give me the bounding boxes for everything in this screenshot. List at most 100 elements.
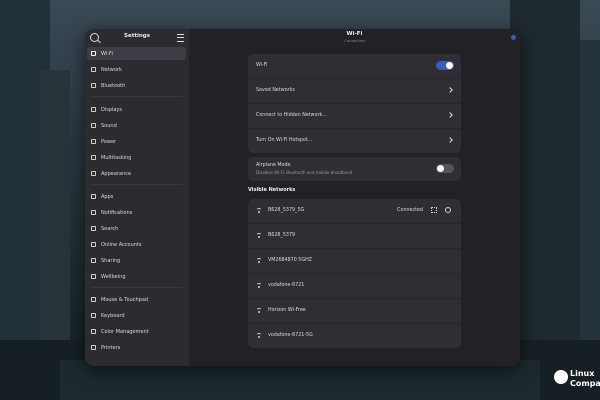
share-icon xyxy=(91,258,96,263)
airplane-mode-card: Airplane Mode Disables Wi-Fi, Bluetooth … xyxy=(248,157,461,181)
sidebar-item-label: Appearance xyxy=(101,170,132,177)
sidebar-item-label: Sharing xyxy=(101,257,121,264)
sidebar-item-bluetooth[interactable]: Bluetooth xyxy=(87,79,186,92)
sidebar-item-displays[interactable]: Displays xyxy=(87,103,186,116)
chevron-right-icon xyxy=(447,137,453,143)
search-icon xyxy=(91,226,96,231)
network-row[interactable]: vodafone-6721-5G xyxy=(248,324,461,348)
airplane-mode-sublabel: Disables Wi-Fi, Bluetooth and mobile bro… xyxy=(256,170,353,175)
close-icon[interactable] xyxy=(511,35,516,40)
network-name: B628_5379_5G xyxy=(268,208,305,213)
network-icon xyxy=(91,67,96,72)
sidebar: Settings Wi-Fi Network Bluetooth Display… xyxy=(85,29,189,366)
sidebar-item-printers[interactable]: Printers xyxy=(87,341,186,354)
wallpaper-tree xyxy=(40,70,70,370)
wifi-signal-icon xyxy=(256,258,263,264)
hotspot-label: Turn On Wi-Fi Hotspot... xyxy=(256,138,313,143)
chevron-right-icon xyxy=(447,112,453,118)
sidebar-item-appearance[interactable]: Appearance xyxy=(87,167,186,180)
wifi-label: Wi-Fi xyxy=(256,63,268,68)
gear-icon[interactable] xyxy=(445,207,451,213)
wifi-toggle-row[interactable]: Wi-Fi xyxy=(248,54,461,79)
qr-code-icon[interactable] xyxy=(431,207,437,213)
network-name: B628_5379 xyxy=(268,233,296,238)
visible-networks-list: B628_5379_5G Connected B628_5379 VM26848… xyxy=(248,199,461,348)
sidebar-divider xyxy=(91,287,183,288)
sidebar-item-apps[interactable]: Apps xyxy=(87,190,186,203)
mouse-icon xyxy=(91,297,96,302)
network-row[interactable]: vodafone-6721 xyxy=(248,274,461,299)
sidebar-item-label: Power xyxy=(101,138,117,145)
keyboard-icon xyxy=(91,313,96,318)
sidebar-item-mouse-touchpad[interactable]: Mouse & Touchpad xyxy=(87,293,186,306)
sidebar-item-power[interactable]: Power xyxy=(87,135,186,148)
sidebar-item-sound[interactable]: Sound xyxy=(87,119,186,132)
wifi-signal-icon xyxy=(256,283,263,289)
sidebar-item-label: Wi-Fi xyxy=(101,50,113,57)
wallpaper-tree xyxy=(510,0,580,370)
sidebar-item-label: Network xyxy=(101,66,122,73)
hidden-network-label: Connect to Hidden Network... xyxy=(256,113,327,118)
network-row[interactable]: B628_5379_5G Connected xyxy=(248,199,461,224)
bluetooth-icon xyxy=(91,83,96,88)
sound-icon xyxy=(91,123,96,128)
wifi-signal-icon xyxy=(256,333,263,339)
page-title: Wi-Fi xyxy=(346,31,363,37)
watermark-logo: LinuxCompat xyxy=(554,366,600,394)
sidebar-item-search[interactable]: Search xyxy=(87,222,186,235)
accounts-icon xyxy=(91,242,96,247)
logo-icon xyxy=(554,370,568,384)
sidebar-item-online-accounts[interactable]: Online Accounts xyxy=(87,238,186,251)
sidebar-item-network[interactable]: Network xyxy=(87,63,186,76)
wifi-settings-card: Wi-Fi Saved Networks Connect to Hidden N… xyxy=(248,54,461,153)
wellbeing-icon xyxy=(91,274,96,279)
saved-networks-row[interactable]: Saved Networks xyxy=(248,79,461,104)
network-status: Connected xyxy=(397,208,423,213)
appearance-icon xyxy=(91,171,96,176)
network-row[interactable]: Horizon Wi-Free xyxy=(248,299,461,324)
apps-icon xyxy=(91,194,96,199)
network-row[interactable]: B628_5379 xyxy=(248,224,461,249)
power-icon xyxy=(91,139,96,144)
settings-window: Settings Wi-Fi Network Bluetooth Display… xyxy=(85,29,520,366)
sidebar-item-keyboard[interactable]: Keyboard xyxy=(87,309,186,322)
hidden-network-row[interactable]: Connect to Hidden Network... xyxy=(248,104,461,129)
hotspot-row[interactable]: Turn On Wi-Fi Hotspot... xyxy=(248,129,461,153)
sidebar-item-label: Wellbeing xyxy=(101,273,126,280)
sidebar-item-label: Notifications xyxy=(101,209,133,216)
network-row[interactable]: VM2684870 5GHZ xyxy=(248,249,461,274)
chevron-right-icon xyxy=(447,87,453,93)
sidebar-header: Settings xyxy=(85,29,189,47)
sidebar-item-label: Sound xyxy=(101,122,117,129)
multitasking-icon xyxy=(91,155,96,160)
printer-icon xyxy=(91,345,96,350)
sidebar-item-notifications[interactable]: Notifications xyxy=(87,206,186,219)
sidebar-item-label: Apps xyxy=(101,193,114,200)
sidebar-title: Settings xyxy=(124,33,150,39)
airplane-mode-toggle[interactable] xyxy=(436,164,454,173)
watermark-text: LinuxCompat xyxy=(570,369,600,388)
wifi-signal-icon xyxy=(256,233,263,239)
sidebar-item-label: Printers xyxy=(101,344,121,351)
wifi-icon xyxy=(91,51,96,56)
sidebar-item-sharing[interactable]: Sharing xyxy=(87,254,186,267)
airplane-mode-row[interactable]: Airplane Mode Disables Wi-Fi, Bluetooth … xyxy=(248,157,461,181)
bell-icon xyxy=(91,210,96,215)
sidebar-item-wellbeing[interactable]: Wellbeing xyxy=(87,270,186,283)
saved-networks-label: Saved Networks xyxy=(256,88,295,93)
sidebar-item-label: Search xyxy=(101,225,119,232)
sidebar-item-multitasking[interactable]: Multitasking xyxy=(87,151,186,164)
sidebar-item-label: Keyboard xyxy=(101,312,125,319)
sidebar-item-label: Online Accounts xyxy=(101,241,142,248)
sidebar-item-color-management[interactable]: Color Management xyxy=(87,325,186,338)
sidebar-divider xyxy=(91,96,183,97)
sidebar-item-wifi[interactable]: Wi-Fi xyxy=(87,47,186,60)
wifi-signal-icon xyxy=(256,208,263,214)
network-name: Horizon Wi-Free xyxy=(268,308,306,313)
network-name: vodafone-6721 xyxy=(268,283,305,288)
hamburger-menu-icon[interactable] xyxy=(177,34,184,42)
display-icon xyxy=(91,107,96,112)
network-name: VM2684870 5GHZ xyxy=(268,258,312,263)
wifi-toggle[interactable] xyxy=(436,61,454,70)
visible-networks-heading: Visible Networks xyxy=(248,187,296,193)
